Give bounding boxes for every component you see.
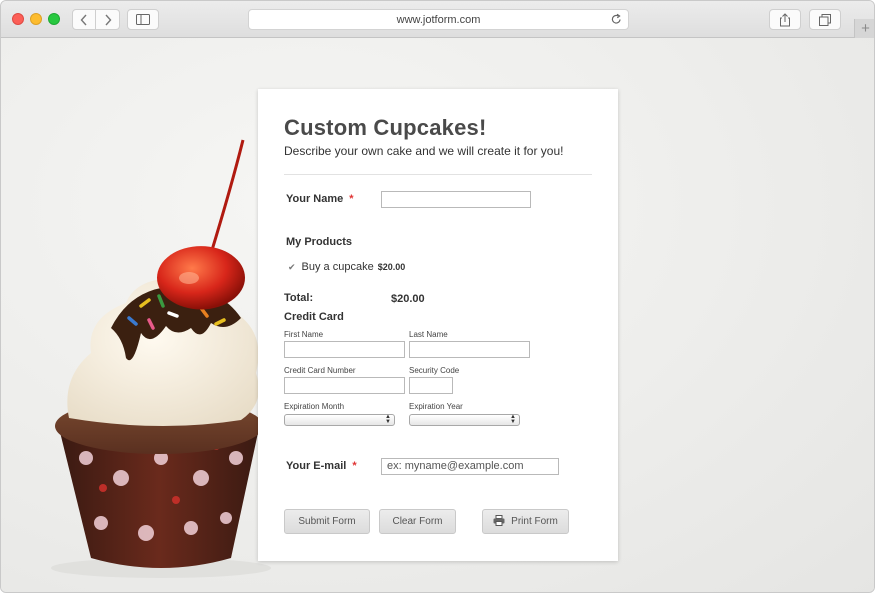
maximize-window-button[interactable] xyxy=(48,13,60,25)
form-subtitle: Describe your own cake and we will creat… xyxy=(284,144,564,158)
security-code-label: Security Code xyxy=(409,366,460,375)
forward-icon xyxy=(104,14,112,26)
form-divider xyxy=(284,174,592,175)
url-text: www.jotform.com xyxy=(396,13,481,26)
exp-month-select[interactable]: ▲ ▼ xyxy=(284,414,395,426)
browser-toolbar: www.jotform.com xyxy=(1,1,874,38)
print-button-label: Print Form xyxy=(511,516,558,527)
submit-button[interactable]: Submit Form xyxy=(284,509,370,534)
last-name-input[interactable] xyxy=(409,341,530,358)
product-item-label: Buy a cupcake xyxy=(301,261,374,273)
back-icon xyxy=(80,14,88,26)
reload-icon[interactable] xyxy=(611,13,622,28)
first-name-label: First Name xyxy=(284,330,324,339)
browser-window: www.jotform.com + Custom Cupcakes! Descr… xyxy=(0,0,875,593)
sidebar-icon xyxy=(136,14,150,25)
products-label: My Products xyxy=(286,236,353,248)
form-card: Custom Cupcakes! Describe your own cake … xyxy=(258,89,618,561)
total-label: Total: xyxy=(284,292,314,304)
close-window-button[interactable] xyxy=(12,13,24,25)
credit-card-label: Credit Card xyxy=(284,311,344,323)
sidebar-toggle-button[interactable] xyxy=(127,9,159,30)
select-arrows-icon: ▲ ▼ xyxy=(385,414,391,425)
cupcake-image xyxy=(51,139,271,578)
email-label: Your E-mail * xyxy=(286,460,357,472)
name-label-text: Your Name xyxy=(286,193,344,205)
new-tab-button[interactable]: + xyxy=(854,19,874,38)
name-label: Your Name * xyxy=(286,193,354,205)
last-name-label: Last Name xyxy=(409,330,448,339)
address-bar[interactable]: www.jotform.com xyxy=(248,9,629,30)
email-label-text: Your E-mail xyxy=(286,460,347,472)
tabs-icon xyxy=(819,13,831,26)
page-content: Custom Cupcakes! Describe your own cake … xyxy=(1,38,874,592)
exp-year-label: Expiration Year xyxy=(409,402,463,411)
email-required-marker: * xyxy=(352,460,357,472)
select-arrows-icon: ▲ ▼ xyxy=(510,414,516,425)
product-row: ✔ Buy a cupcake $20.00 xyxy=(288,261,405,273)
name-input[interactable] xyxy=(381,191,531,208)
minimize-window-button[interactable] xyxy=(30,13,42,25)
security-code-input[interactable] xyxy=(409,377,453,394)
clear-button[interactable]: Clear Form xyxy=(379,509,456,534)
back-button[interactable] xyxy=(72,9,96,30)
tab-overview-button[interactable] xyxy=(809,9,841,30)
forward-button[interactable] xyxy=(96,9,120,30)
print-button[interactable]: Print Form xyxy=(482,509,569,534)
exp-year-select[interactable]: ▲ ▼ xyxy=(409,414,520,426)
total-value: $20.00 xyxy=(391,293,425,305)
first-name-input[interactable] xyxy=(284,341,405,358)
cc-number-label: Credit Card Number xyxy=(284,366,356,375)
cc-number-input[interactable] xyxy=(284,377,405,394)
share-button[interactable] xyxy=(769,9,801,30)
form-title: Custom Cupcakes! xyxy=(284,115,487,140)
printer-icon xyxy=(493,514,505,529)
checkbox-icon[interactable]: ✔ xyxy=(288,262,296,273)
email-input[interactable]: ex: myname@example.com xyxy=(381,458,559,475)
name-required-marker: * xyxy=(349,193,354,205)
share-icon xyxy=(779,12,791,27)
exp-month-label: Expiration Month xyxy=(284,402,345,411)
product-price: $20.00 xyxy=(377,262,406,272)
